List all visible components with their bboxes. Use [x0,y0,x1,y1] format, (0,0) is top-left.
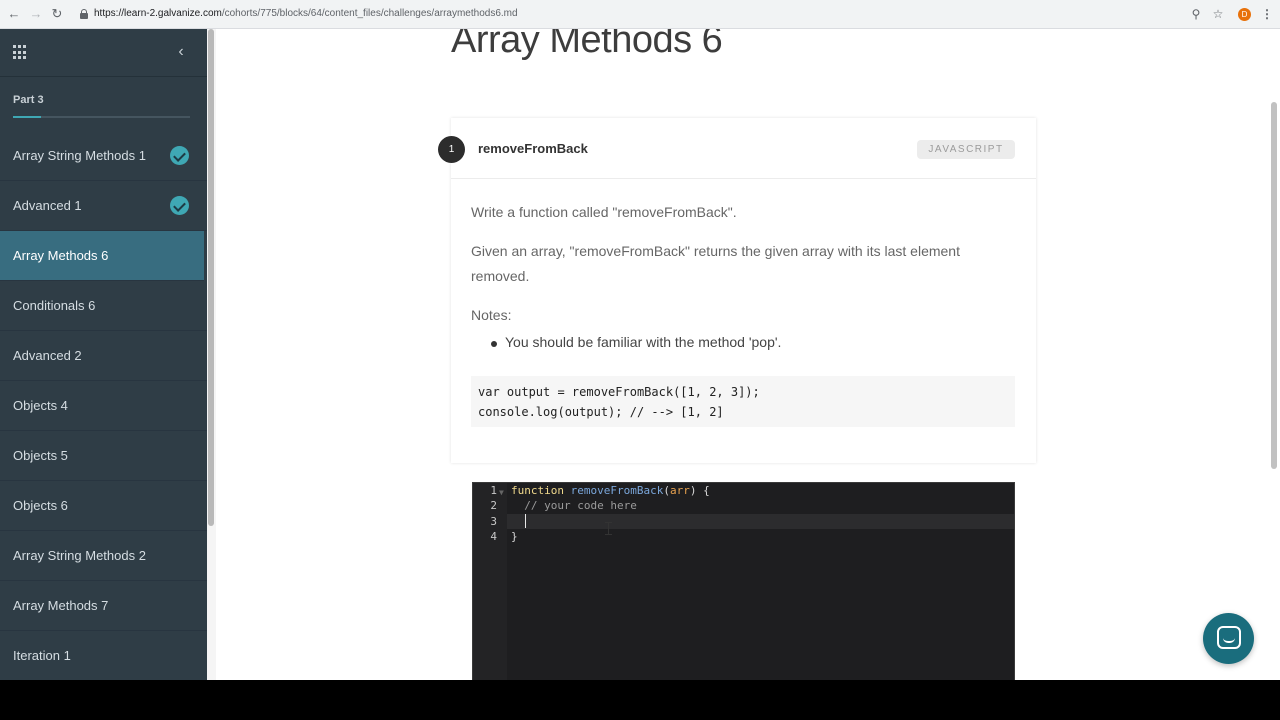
text-cursor [525,514,526,528]
sidebar-item-array-methods-6[interactable]: Array Methods 6 [0,231,204,281]
mouse-ibeam-cursor-icon [605,522,612,535]
bookmark-star-icon[interactable]: ☆ [1211,7,1225,21]
sidebar-item-objects-5[interactable]: Objects 5 [0,431,207,481]
sidebar-scrollbar[interactable] [207,29,216,680]
step-number-badge: 1 [438,136,465,163]
sidebar-item-label: Array Methods 6 [13,248,109,263]
sidebar-item-label: Array String Methods 2 [13,548,146,563]
code-function-name: removeFromBack [570,484,664,497]
page-scrollbar-thumb[interactable] [1271,102,1277,469]
part-label: Part 3 [13,94,44,106]
sidebar-item-label: Advanced 2 [13,348,82,363]
sidebar-item-advanced-1[interactable]: Advanced 1 [0,181,207,231]
sidebar-item-label: Objects 6 [13,498,68,513]
code-editor[interactable]: 1 ▼ 2 3 4 function removeFromBack(arr) {… [472,482,1015,680]
sidebar-item-array-methods-7[interactable]: Array Methods 7 [0,581,207,631]
instruction-paragraph: Write a function called "removeFromBack"… [471,204,737,220]
challenge-card-header: 1 removeFromBack JAVASCRIPT [438,118,1036,179]
code-keyword: function [511,484,564,497]
address-bar[interactable]: https://learn-2.galvanize.com/cohorts/77… [94,8,518,19]
sidebar-item-label: Objects 4 [13,398,68,413]
code-punctuation: ) { [689,484,710,497]
back-arrow-icon[interactable]: ← [7,7,21,21]
code-line-4[interactable]: } [511,529,518,544]
note-list-item: You should be familiar with the method '… [505,334,782,350]
url-host: https://learn-2.galvanize.com [94,8,222,19]
line-number: 4 [490,530,497,543]
reload-icon[interactable]: ↻ [50,7,64,21]
apps-grid-icon[interactable] [13,45,28,60]
line-number: 2 [490,499,497,512]
code-line-1[interactable]: function removeFromBack(arr) { [511,483,710,498]
sidebar-item-label: Advanced 1 [13,198,82,213]
profile-avatar[interactable]: D [1238,8,1251,21]
challenge-card: 1 removeFromBack JAVASCRIPT Write a func… [438,118,1036,463]
sidebar-item-array-string-methods-1[interactable]: Array String Methods 1 [0,131,207,181]
sidebar-list: Array String Methods 1 Advanced 1 Array … [0,131,207,680]
sidebar-scrollbar-thumb[interactable] [208,29,214,526]
sidebar-item-array-string-methods-2[interactable]: Array String Methods 2 [0,531,207,581]
sidebar-item-objects-4[interactable]: Objects 4 [0,381,207,431]
active-line-highlight [507,514,1014,529]
code-param: arr [669,484,690,497]
part-progress-bar [13,116,190,118]
checkmark-icon [170,196,189,215]
sidebar-item-objects-6[interactable]: Objects 6 [0,481,207,531]
menu-kebab-icon[interactable]: ⋮ [1260,7,1274,21]
forward-arrow-icon[interactable]: → [29,7,43,21]
editor-gutter: 1 ▼ 2 3 4 [473,483,507,680]
sidebar-item-label: Array Methods 7 [13,598,109,613]
instruction-paragraph: Given an array, "removeFromBack" returns… [471,243,960,284]
example-code-block: var output = removeFromBack([1, 2, 3]); … [471,376,1015,427]
code-line-2[interactable]: // your code here [511,498,637,513]
browser-toolbar: ← → ↻ https://learn-2.galvanize.com/coho… [0,0,1280,29]
sidebar-item-conditionals-6[interactable]: Conditionals 6 [0,281,207,331]
url-path: /cohorts/775/blocks/64/content_files/cha… [221,8,518,19]
sidebar-item-iteration-1[interactable]: Iteration 1 [0,631,207,680]
collapse-chevron-icon[interactable]: ‹ [174,43,188,61]
bullet-dot-icon [491,341,497,347]
checkmark-icon [170,146,189,165]
sidebar-header: ‹ [0,29,207,77]
code-paren: ( [663,484,670,497]
sidebar-item-label: Iteration 1 [13,648,71,663]
sidebar-item-advanced-2[interactable]: Advanced 2 [0,331,207,381]
main-content: Array Methods 6 1 removeFromBack JAVASCR… [216,29,1268,680]
page-title: Array Methods 6 [451,29,723,61]
sidebar: ‹ Part 3 Array String Methods 1 Advanced… [0,29,207,680]
zoom-icon[interactable]: ⚲ [1189,7,1203,21]
language-badge: JAVASCRIPT [917,140,1015,159]
line-number: 1 [490,484,497,497]
part-progress-fill [13,116,42,118]
code-line-3[interactable] [511,514,524,529]
sidebar-item-label: Conditionals 6 [13,298,96,313]
page-scrollbar[interactable] [1268,29,1280,680]
sidebar-item-label: Objects 5 [13,448,68,463]
sidebar-item-label: Array String Methods 1 [13,148,146,163]
chat-launcher-button[interactable] [1203,613,1254,664]
fold-arrow-icon[interactable]: ▼ [499,485,504,500]
lock-icon[interactable] [80,9,88,19]
line-number: 3 [490,515,497,528]
notes-heading: Notes: [471,307,512,323]
challenge-title: removeFromBack [478,141,588,156]
browser-window: ← → ↻ https://learn-2.galvanize.com/coho… [0,0,1280,680]
